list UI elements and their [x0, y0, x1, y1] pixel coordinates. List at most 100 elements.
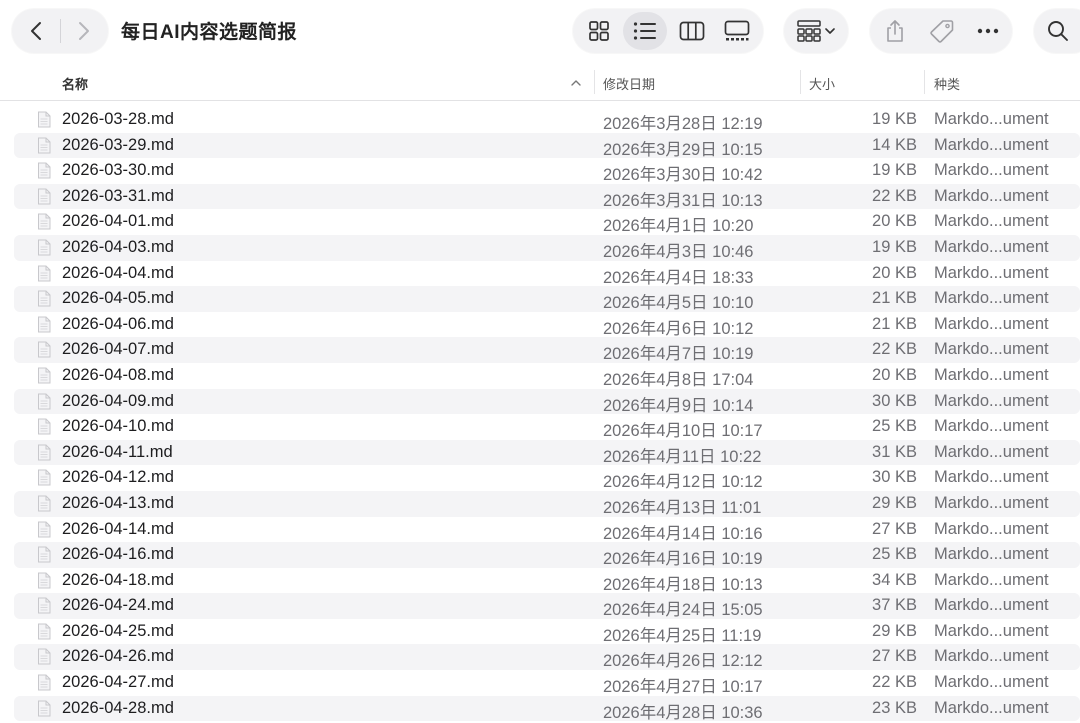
icon-view-button[interactable] [580, 13, 618, 49]
document-icon [37, 213, 51, 230]
file-date: 2026年4月28日 10:36 [603, 703, 763, 722]
file-date: 2026年4月3日 10:46 [603, 242, 754, 261]
tag-button[interactable] [922, 13, 962, 49]
file-name: 2026-04-28.md [62, 698, 174, 717]
column-header: 名称 修改日期 大小 种类 [0, 64, 1080, 101]
document-icon [37, 521, 51, 538]
file-date: 2026年4月26日 12:12 [603, 652, 763, 671]
file-date: 2026年4月8日 17:04 [603, 370, 754, 389]
column-separator[interactable] [924, 70, 925, 94]
file-size: 25 KB [872, 545, 917, 564]
file-kind: Markdo...ument [934, 263, 1049, 282]
file-kind: Markdo...ument [934, 161, 1049, 180]
file-date: 2026年4月11日 10:22 [603, 447, 762, 466]
group-icon [797, 20, 821, 42]
file-row[interactable]: 2026-04-14.md 2026年4月14日 10:16 27 KB Markdo… [0, 517, 1080, 543]
file-size: 22 KB [872, 340, 917, 359]
file-row[interactable]: 2026-04-10.md 2026年4月10日 10:17 25 KB Markdo… [0, 414, 1080, 440]
file-row[interactable]: 2026-04-06.md 2026年4月6日 10:12 21 KB Markdo.… [0, 312, 1080, 338]
column-separator[interactable] [594, 70, 595, 94]
file-row[interactable]: 2026-04-11.md 2026年4月11日 10:22 31 KB Markdo… [14, 439, 1080, 466]
column-header-size[interactable]: 大小 [809, 74, 835, 93]
file-name: 2026-04-24.md [62, 596, 174, 615]
file-size: 19 KB [872, 110, 917, 128]
search-button[interactable] [1038, 13, 1078, 49]
column-header-name[interactable]: 名称 [62, 74, 88, 93]
chevron-down-icon [825, 28, 835, 34]
file-size: 30 KB [872, 468, 917, 487]
file-date: 2026年4月4日 18:33 [603, 268, 754, 287]
forward-button[interactable] [64, 13, 104, 49]
file-row[interactable]: 2026-04-08.md 2026年4月8日 17:04 20 KB Markdo.… [0, 363, 1080, 389]
file-row[interactable]: 2026-04-26.md 2026年4月26日 12:12 27 KB Markdo… [14, 644, 1080, 670]
file-kind: Markdo...ument [934, 698, 1049, 717]
file-kind: Markdo...ument [934, 519, 1049, 538]
document-icon [37, 162, 51, 179]
file-kind: Markdo...ument [934, 340, 1049, 359]
more-button[interactable] [968, 13, 1008, 49]
file-kind: Markdo...ument [934, 186, 1049, 205]
file-row[interactable]: 2026-04-12.md 2026年4月12日 10:12 30 KB Markdo… [0, 465, 1080, 491]
file-name: 2026-04-16.md [62, 545, 174, 564]
file-name: 2026-04-13.md [62, 493, 174, 512]
document-icon [37, 316, 51, 333]
file-name: 2026-04-27.md [62, 673, 174, 692]
file-row[interactable]: 2026-03-29.md 2026年3月29日 10:15 14 KB Markdo… [14, 132, 1080, 159]
file-name: 2026-04-11.md [62, 442, 173, 461]
group-button[interactable] [788, 13, 844, 49]
file-row[interactable]: 2026-04-16.md 2026年4月16日 10:19 25 KB Markdo… [14, 542, 1080, 568]
file-kind: Markdo...ument [934, 493, 1049, 512]
file-date: 2026年4月5日 10:10 [603, 294, 754, 313]
file-date: 2026年4月6日 10:12 [603, 319, 754, 338]
file-row[interactable]: 2026-04-27.md 2026年4月27日 10:17 22 KB Markdo… [0, 670, 1080, 696]
file-row[interactable]: 2026-03-28.md 2026年3月28日 12:19 19 KB Markdo… [0, 107, 1080, 133]
file-size: 30 KB [872, 391, 917, 410]
document-icon [37, 341, 51, 358]
file-date: 2026年3月28日 12:19 [603, 115, 763, 133]
file-row[interactable]: 2026-04-05.md 2026年4月5日 10:10 21 KB Markdo.… [14, 286, 1080, 312]
file-name: 2026-04-01.md [62, 212, 174, 231]
tag-icon [930, 20, 954, 43]
sort-ascending-icon[interactable] [571, 79, 581, 86]
file-row[interactable]: 2026-04-28.md 2026年4月28日 10:36 23 KB Markdo… [14, 695, 1080, 722]
file-row[interactable]: 2026-04-24.md 2026年4月24日 15:05 37 KB Markdo… [14, 593, 1080, 619]
column-header-date[interactable]: 修改日期 [603, 74, 655, 93]
file-row[interactable]: 2026-04-07.md 2026年4月7日 10:19 22 KB Markdo.… [14, 337, 1080, 363]
file-row[interactable]: 2026-04-25.md 2026年4月25日 11:19 29 KB Markdo… [0, 619, 1080, 645]
file-row[interactable]: 2026-04-13.md 2026年4月13日 11:01 29 KB Markdo… [14, 490, 1080, 517]
file-row[interactable]: 2026-03-30.md 2026年3月30日 10:42 19 KB Markdo… [0, 158, 1080, 184]
toolbar: 每日AI内容选题简报 [0, 0, 1080, 64]
file-date: 2026年4月10日 10:17 [603, 422, 763, 441]
file-size: 25 KB [872, 417, 917, 436]
gallery-view-icon [724, 20, 750, 41]
file-kind: Markdo...ument [934, 442, 1049, 461]
column-separator[interactable] [800, 70, 801, 94]
file-row[interactable]: 2026-04-03.md 2026年4月3日 10:46 19 KB Markdo.… [14, 234, 1080, 261]
file-size: 22 KB [872, 186, 917, 205]
file-row[interactable]: 2026-03-31.md 2026年3月31日 10:13 22 KB Markdo… [14, 183, 1080, 210]
document-icon [37, 648, 51, 665]
file-kind: Markdo...ument [934, 417, 1049, 436]
gallery-view-button[interactable] [716, 13, 758, 49]
back-button[interactable] [16, 13, 56, 49]
share-button[interactable] [876, 13, 914, 49]
file-name: 2026-03-29.md [62, 135, 174, 154]
file-row[interactable]: 2026-04-04.md 2026年4月4日 18:33 20 KB Markdo.… [0, 261, 1080, 287]
column-view-button[interactable] [672, 13, 712, 49]
list-view-button[interactable] [623, 12, 667, 50]
column-header-kind[interactable]: 种类 [934, 74, 960, 93]
file-kind: Markdo...ument [934, 135, 1049, 154]
file-row[interactable]: 2026-04-09.md 2026年4月9日 10:14 30 KB Markdo.… [14, 388, 1080, 415]
file-name: 2026-04-10.md [62, 417, 174, 436]
file-row[interactable]: 2026-04-18.md 2026年4月18日 10:13 34 KB Markdo… [0, 568, 1080, 594]
file-row[interactable]: 2026-04-01.md 2026年4月1日 10:20 20 KB Markdo.… [0, 209, 1080, 235]
file-kind: Markdo...ument [934, 596, 1049, 615]
file-size: 27 KB [872, 519, 917, 538]
file-name: 2026-04-12.md [62, 468, 174, 487]
file-date: 2026年4月25日 11:19 [603, 626, 762, 645]
file-size: 14 KB [872, 135, 917, 154]
file-size: 19 KB [872, 161, 917, 180]
file-kind: Markdo...ument [934, 212, 1049, 231]
document-icon [37, 700, 51, 717]
document-icon [37, 546, 51, 563]
